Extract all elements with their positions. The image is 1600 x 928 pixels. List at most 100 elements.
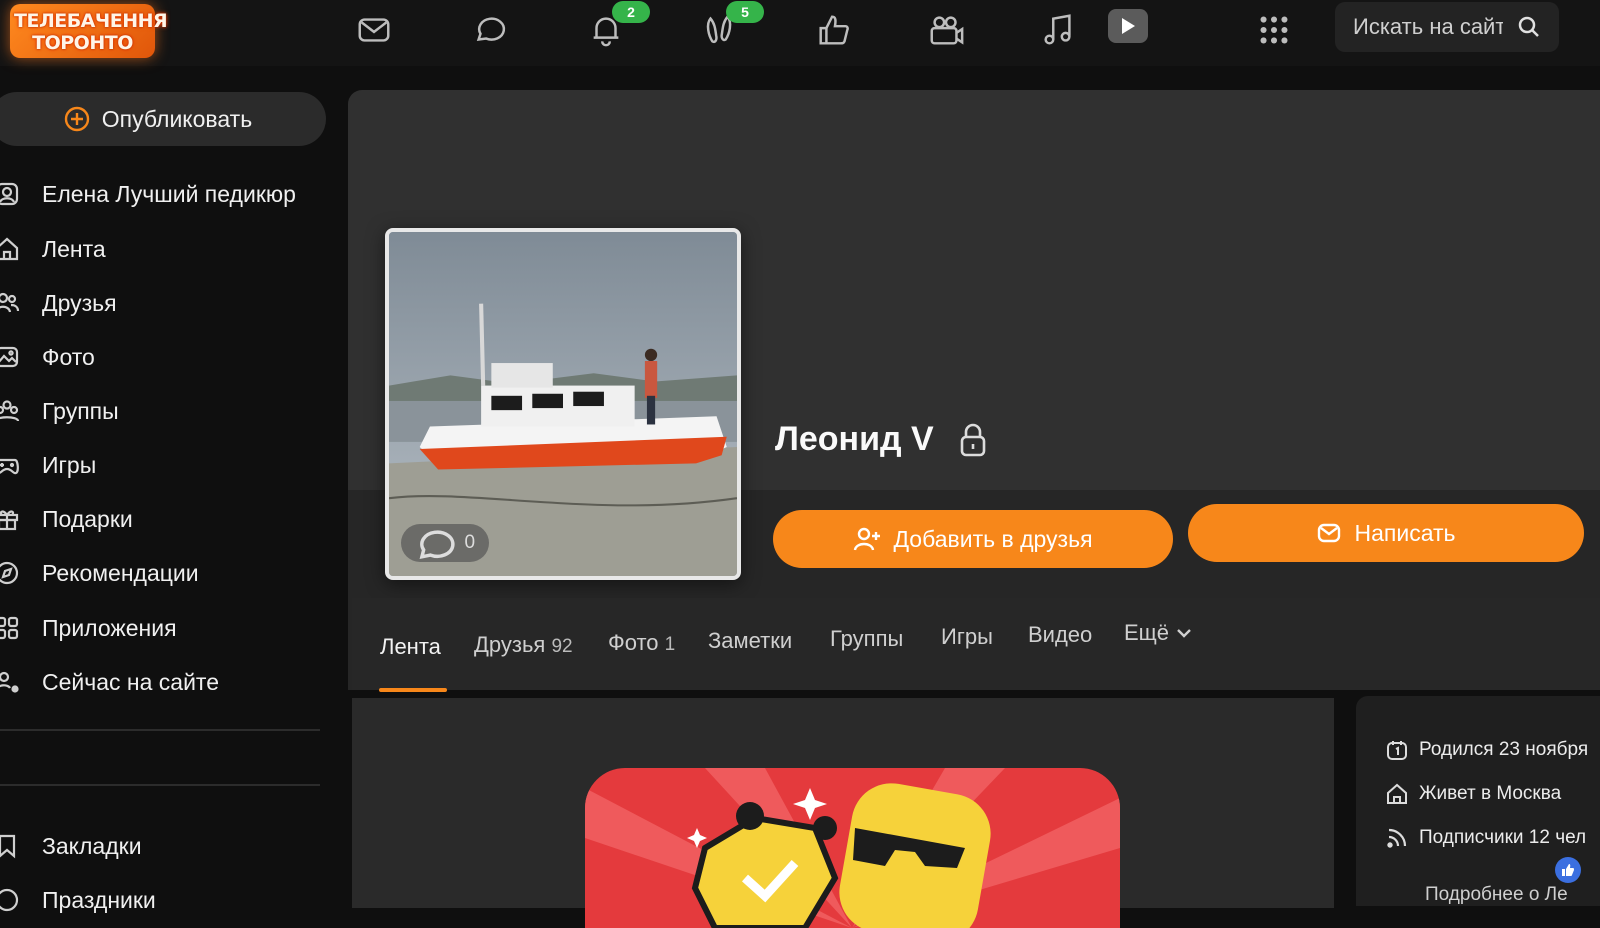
active-tab-indicator bbox=[379, 688, 447, 692]
sidebar-item-groups[interactable]: Группы bbox=[0, 391, 119, 431]
chat-icon[interactable] bbox=[468, 8, 512, 52]
tab-label: Лента bbox=[380, 634, 441, 659]
like-icon[interactable] bbox=[812, 8, 856, 52]
add-friend-label: Добавить в друзья bbox=[893, 525, 1093, 552]
sidebar-item-photo[interactable]: Фото bbox=[0, 337, 95, 377]
notifications-badge: 2 bbox=[612, 1, 650, 23]
tab-count: 1 bbox=[664, 634, 676, 655]
apps-icon bbox=[0, 615, 20, 641]
tab-label: Фото bbox=[608, 630, 659, 655]
sidebar-item-feed[interactable]: Лента bbox=[0, 229, 106, 269]
tab-friends[interactable]: Друзья 92 bbox=[474, 632, 573, 658]
location-text: Живет в Москва bbox=[1419, 783, 1562, 804]
subscribers-text: Подписчики 12 чел bbox=[1419, 827, 1587, 848]
more-about-link[interactable]: Подробнее о Ле bbox=[1425, 884, 1568, 906]
guests-icon[interactable]: 5 bbox=[698, 1, 764, 52]
apps-grid-icon[interactable] bbox=[1252, 8, 1296, 52]
camera-icon[interactable] bbox=[924, 8, 968, 52]
sidebar-item-apps[interactable]: Приложения bbox=[0, 608, 177, 648]
promo-banner[interactable] bbox=[585, 768, 1120, 928]
video-icon[interactable] bbox=[1108, 9, 1148, 43]
mail-icon bbox=[1318, 523, 1341, 543]
tab-photos[interactable]: Фото 1 bbox=[608, 630, 675, 656]
write-message-label: Написать bbox=[1354, 519, 1456, 546]
sidebar-item-recommendations[interactable]: Рекомендации bbox=[0, 553, 199, 593]
sidebar-item-label: Закладки bbox=[42, 832, 142, 859]
sidebar-item-label: Подарки bbox=[42, 505, 133, 532]
online-icon bbox=[0, 669, 20, 695]
sidebar-item-label: Елена Лучший педикюр bbox=[42, 180, 296, 207]
sidebar-item-label: Рекомендации bbox=[42, 559, 199, 586]
photo-comments-button[interactable]: 0 bbox=[401, 524, 490, 562]
calendar-icon bbox=[1387, 741, 1407, 760]
sidebar-item-profile[interactable]: Елена Лучший педикюр bbox=[0, 174, 296, 214]
plus-circle-icon bbox=[64, 106, 89, 132]
tab-count: 92 bbox=[551, 636, 573, 657]
search-icon[interactable] bbox=[1517, 15, 1541, 39]
mail-icon[interactable] bbox=[352, 8, 396, 52]
top-bar: ТЕЛЕБАЧЕННЯ ТОРОНТО 2 5 bbox=[0, 0, 1600, 66]
guests-badge: 5 bbox=[726, 1, 764, 23]
channel-logo: ТЕЛЕБАЧЕННЯ ТОРОНТО bbox=[10, 4, 168, 58]
home-icon bbox=[1387, 783, 1407, 804]
user-icon bbox=[0, 181, 20, 207]
bookmark-icon bbox=[0, 833, 20, 859]
sidebar-item-holidays[interactable]: Праздники bbox=[0, 880, 156, 920]
compass-icon bbox=[0, 560, 20, 586]
thumbs-up-icon[interactable] bbox=[1555, 857, 1581, 883]
search-bar bbox=[1335, 2, 1559, 52]
tab-label: Группы bbox=[830, 626, 904, 651]
tab-video[interactable]: Видео bbox=[1028, 622, 1092, 648]
groups-icon bbox=[0, 398, 20, 424]
profile-name-row: Леонид V bbox=[775, 420, 988, 459]
comment-icon bbox=[419, 530, 455, 560]
tab-label: Ещё bbox=[1124, 620, 1170, 645]
sidebar-item-games[interactable]: Игры bbox=[0, 445, 96, 485]
gamepad-icon bbox=[0, 452, 20, 478]
logo-line-2: ТОРОНТО bbox=[32, 32, 133, 54]
tab-games[interactable]: Игры bbox=[941, 624, 993, 650]
tab-groups[interactable]: Группы bbox=[830, 626, 903, 652]
tab-more[interactable]: Ещё bbox=[1124, 620, 1193, 646]
sidebar-item-label: Игры bbox=[42, 451, 97, 478]
tab-label: Заметки bbox=[708, 628, 793, 653]
tab-label: Игры bbox=[941, 624, 993, 649]
profile-photo[interactable]: 0 bbox=[385, 228, 741, 580]
profile-name: Леонид V bbox=[775, 420, 934, 458]
sidebar-item-label: Фото bbox=[42, 343, 95, 370]
holiday-icon bbox=[0, 887, 20, 913]
tab-label: Друзья bbox=[474, 632, 546, 657]
sidebar-divider bbox=[0, 784, 320, 786]
lock-icon bbox=[960, 423, 985, 456]
sidebar-item-label: Друзья bbox=[42, 289, 117, 316]
add-user-icon bbox=[854, 527, 881, 551]
tab-notes[interactable]: Заметки bbox=[708, 628, 792, 654]
sidebar-item-label: Праздники bbox=[42, 886, 156, 913]
birthday-text: Родился 23 ноября bbox=[1419, 739, 1589, 760]
write-message-button[interactable]: Написать bbox=[1188, 504, 1584, 562]
chevron-down-icon bbox=[1177, 629, 1191, 638]
tab-label: Видео bbox=[1028, 622, 1093, 647]
gift-icon bbox=[0, 506, 20, 532]
sidebar-item-bookmarks[interactable]: Закладки bbox=[0, 826, 142, 866]
sidebar-divider bbox=[0, 729, 320, 731]
rss-icon bbox=[1387, 828, 1407, 848]
sidebar-item-gifts[interactable]: Подарки bbox=[0, 499, 133, 539]
publish-button[interactable]: Опубликовать bbox=[0, 92, 326, 146]
friends-icon bbox=[0, 290, 20, 316]
birthday-row: Родился 23 ноября bbox=[1385, 738, 1588, 762]
bell-icon[interactable]: 2 bbox=[584, 1, 650, 52]
add-friend-button[interactable]: Добавить в друзья bbox=[773, 510, 1173, 568]
music-icon[interactable] bbox=[1036, 8, 1080, 52]
sidebar-item-label: Сейчас на сайте bbox=[42, 668, 220, 695]
search-input[interactable] bbox=[1353, 14, 1503, 40]
sidebar-item-label: Лента bbox=[42, 235, 106, 262]
location-row: Живет в Москва bbox=[1385, 782, 1561, 806]
tab-feed[interactable]: Лента bbox=[380, 634, 441, 660]
sidebar-item-friends[interactable]: Друзья bbox=[0, 283, 117, 323]
sidebar-item-online[interactable]: Сейчас на сайте bbox=[0, 662, 219, 702]
home-icon bbox=[0, 236, 20, 262]
photo-comments-count: 0 bbox=[464, 532, 476, 553]
promo-illustration-image bbox=[585, 768, 1120, 928]
subscribers-row[interactable]: Подписчики 12 чел bbox=[1385, 826, 1586, 850]
